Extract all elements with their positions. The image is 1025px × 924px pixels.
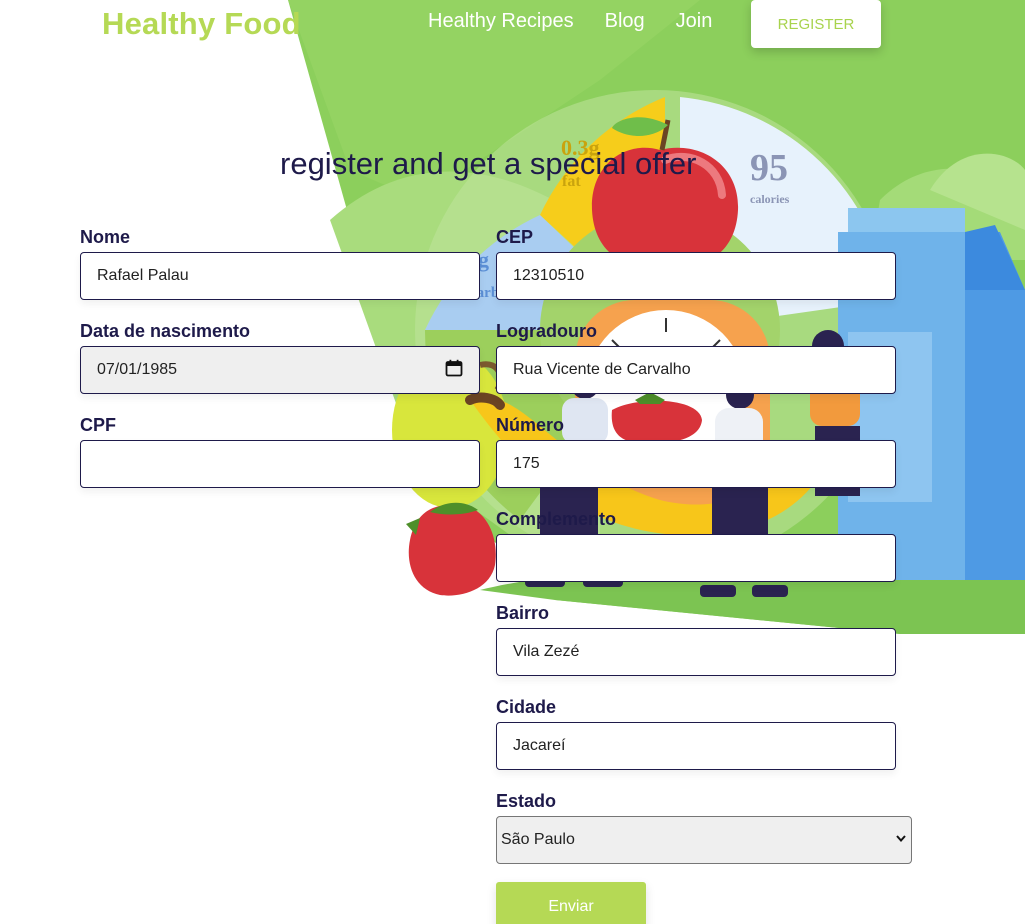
- calories-label: calories: [750, 192, 790, 206]
- calendar-icon[interactable]: [445, 359, 463, 382]
- nome-field-group: Nome Rafael Palau: [80, 226, 480, 300]
- chevron-down-icon: [895, 831, 907, 849]
- site-logo[interactable]: Healthy Food: [102, 6, 301, 42]
- nascimento-field-group: Data de nascimento 07/01/1985: [80, 320, 480, 394]
- complemento-label: Complemento: [496, 509, 617, 529]
- main-nav: Healthy Recipes Blog Join: [428, 10, 712, 33]
- numero-label: Número: [496, 415, 565, 435]
- nascimento-label: Data de nascimento: [80, 321, 251, 341]
- logradouro-label: Logradouro: [496, 321, 597, 341]
- numero-input[interactable]: 175: [496, 440, 896, 488]
- nome-value: Rafael Palau: [97, 267, 189, 284]
- logradouro-input[interactable]: Rua Vicente de Carvalho: [496, 346, 896, 394]
- nav-blog[interactable]: Blog: [605, 10, 645, 33]
- cpf-label: CPF: [80, 415, 116, 435]
- cpf-input[interactable]: [80, 440, 480, 488]
- nav-healthy-recipes[interactable]: Healthy Recipes: [428, 10, 574, 33]
- logradouro-value: Rua Vicente de Carvalho: [513, 361, 691, 378]
- cidade-input[interactable]: Jacareí: [496, 722, 896, 770]
- estado-value: São Paulo: [501, 831, 575, 848]
- nome-input[interactable]: Rafael Palau: [80, 252, 480, 300]
- complemento-field-group: Complemento: [496, 508, 896, 582]
- submit-button[interactable]: Enviar: [496, 882, 646, 924]
- estado-select[interactable]: São Paulo: [496, 816, 912, 864]
- estado-field-group: Estado São Paulo: [496, 790, 912, 864]
- nav-join[interactable]: Join: [676, 10, 713, 33]
- cep-value: 12310510: [513, 267, 585, 284]
- calories-value: 95: [750, 147, 788, 189]
- cep-input[interactable]: 12310510: [496, 252, 896, 300]
- cep-field-group: CEP 12310510: [496, 226, 896, 300]
- complemento-input[interactable]: [496, 534, 896, 582]
- bairro-input[interactable]: Vila Zezé: [496, 628, 896, 676]
- estado-label: Estado: [496, 791, 557, 811]
- logradouro-field-group: Logradouro Rua Vicente de Carvalho: [496, 320, 896, 394]
- register-button[interactable]: REGISTER: [751, 0, 881, 48]
- bairro-value: Vila Zezé: [513, 643, 580, 660]
- cidade-field-group: Cidade Jacareí: [496, 696, 896, 770]
- nome-label: Nome: [80, 227, 131, 247]
- cidade-value: Jacareí: [513, 737, 566, 754]
- cpf-field-group: CPF: [80, 414, 480, 488]
- numero-value: 175: [513, 455, 540, 472]
- nascimento-input[interactable]: 07/01/1985: [80, 346, 480, 394]
- page-title: register and get a special offer: [280, 146, 697, 181]
- cep-label: CEP: [496, 227, 534, 247]
- nascimento-value: 07/01/1985: [97, 361, 178, 378]
- bairro-field-group: Bairro Vila Zezé: [496, 602, 896, 676]
- cidade-label: Cidade: [496, 697, 557, 717]
- numero-field-group: Número 175: [496, 414, 896, 488]
- bairro-label: Bairro: [496, 603, 550, 623]
